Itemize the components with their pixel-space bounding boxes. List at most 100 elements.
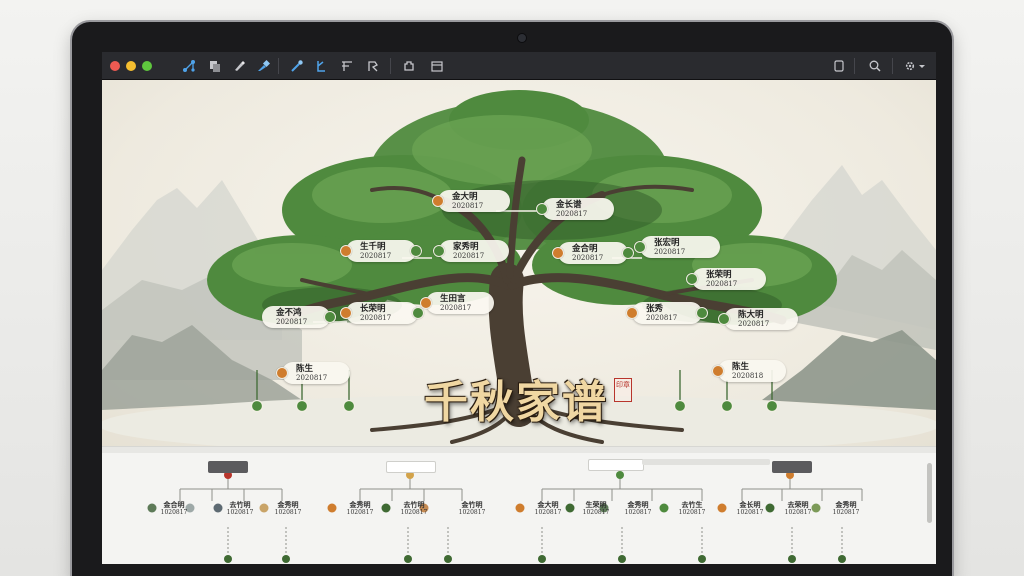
outline-node[interactable]: 金秀明 1020817 <box>262 500 314 517</box>
brush-icon[interactable] <box>230 57 248 75</box>
tree-node[interactable]: 陈生 2020818 <box>712 360 786 382</box>
node-dot-orange <box>276 367 288 379</box>
node-dot-green <box>433 245 445 257</box>
tree-node[interactable]: 金不鸿 2020817 <box>262 306 336 328</box>
outline-node[interactable]: 金竹明 1020817 <box>446 500 498 517</box>
page-view-icon[interactable] <box>830 57 848 75</box>
node-dot-orange <box>340 245 352 257</box>
group-header-chip[interactable] <box>208 461 248 473</box>
node-dot-orange <box>712 365 724 377</box>
search-icon[interactable] <box>866 57 884 75</box>
tree-node[interactable]: 金长谱 2020817 <box>536 198 614 220</box>
link-tool-icon[interactable] <box>288 57 306 75</box>
text-tool-icon[interactable] <box>338 57 356 75</box>
vertical-scrollbar[interactable] <box>927 463 932 523</box>
node-dot-green <box>686 273 698 285</box>
node-date: 2020817 <box>646 313 678 322</box>
outline-node-date: 1020817 <box>534 509 562 516</box>
pendant-dot <box>342 399 356 413</box>
group-header-chip[interactable] <box>772 461 812 473</box>
tree-node[interactable]: 陈生 2020817 <box>276 362 350 384</box>
zoom-window-button[interactable] <box>142 60 152 71</box>
outline-node[interactable]: 去竹明 1020817 <box>214 500 266 517</box>
family-tree-canvas[interactable]: 金大明 2020817 金长谱 2020817 生千明 2020817 家秀明 <box>102 80 936 446</box>
node-date: 2020818 <box>732 371 764 380</box>
outline-node[interactable]: 去荣明 1020817 <box>772 500 824 517</box>
outline-node[interactable]: 去竹生 1020817 <box>666 500 718 517</box>
group-header-chip[interactable] <box>386 461 436 473</box>
node-date: 2020817 <box>360 251 392 260</box>
shape-tool-icon[interactable] <box>364 57 382 75</box>
folder-icon[interactable] <box>428 57 446 75</box>
node-date: 2020817 <box>453 251 485 260</box>
plugin-icon[interactable] <box>400 57 418 75</box>
outline-node-name: 金秀明 <box>627 500 649 509</box>
outline-node[interactable]: 金合明 1020817 <box>148 500 200 517</box>
pendant-dot <box>250 399 264 413</box>
node-dot-orange <box>340 307 352 319</box>
connect-tool-icon[interactable] <box>180 57 198 75</box>
node-name: 生千明 <box>360 241 386 252</box>
node-name: 家秀明 <box>453 241 479 252</box>
settings-gear-icon[interactable] <box>902 57 928 75</box>
outline-node-name: 金竹明 <box>461 500 483 509</box>
node-date: 2020817 <box>572 253 604 262</box>
node-name: 陈生 <box>732 361 750 372</box>
tree-node[interactable]: 张宏明 2020817 <box>634 236 720 258</box>
toolbar <box>102 52 936 80</box>
node-dot-green <box>718 313 730 325</box>
pendant-dot <box>720 399 734 413</box>
outline-panel[interactable]: 金合明 1020817 去竹明 1020817 金秀明 1020817 金秀明 … <box>102 446 936 564</box>
tree-node[interactable]: 生田言 2020817 <box>420 292 494 314</box>
app-window: 金大明 2020817 金长谱 2020817 生千明 2020817 家秀明 <box>102 52 936 564</box>
outline-node[interactable]: 金长明 1020817 <box>724 500 776 517</box>
node-name: 生田言 <box>440 293 466 304</box>
webcam <box>518 34 526 42</box>
outline-node-date: 1020817 <box>736 509 764 516</box>
outline-node[interactable]: 金秀明 1020817 <box>612 500 664 517</box>
minimize-window-button[interactable] <box>126 60 136 71</box>
node-date: 2020817 <box>440 303 472 312</box>
node-date: 2020817 <box>556 209 588 218</box>
tree-node[interactable]: 生千明 2020817 <box>340 240 422 262</box>
node-dot-green <box>634 241 646 253</box>
outline-node-name: 去荣明 <box>787 500 809 509</box>
outline-node[interactable]: 金大明 1020817 <box>522 500 574 517</box>
outline-node-date: 1020817 <box>274 509 302 516</box>
node-date: 2020817 <box>276 317 308 326</box>
outline-node-date: 1020817 <box>678 509 706 516</box>
node-date: 2020817 <box>738 319 770 328</box>
node-dot-green <box>412 307 424 319</box>
node-dot-orange <box>552 247 564 259</box>
outline-node[interactable]: 金秀明 1020817 <box>334 500 386 517</box>
outline-node[interactable]: 金秀明 1020817 <box>820 500 872 517</box>
tree-node[interactable]: 张荣明 2020817 <box>686 268 766 290</box>
node-dot-orange <box>432 195 444 207</box>
node-name: 张宏明 <box>654 237 680 248</box>
tree-node[interactable]: 张秀 2020817 <box>626 302 708 324</box>
node-date: 2020817 <box>654 247 686 256</box>
outline-node[interactable]: 去竹明 1020817 <box>388 500 440 517</box>
tree-node[interactable]: 金合明 2020817 <box>552 242 634 264</box>
outline-node-date: 1020817 <box>458 509 486 516</box>
outline-node-date: 1020817 <box>400 509 428 516</box>
node-date: 2020817 <box>296 373 328 382</box>
pendant-dot <box>295 399 309 413</box>
outline-node-name: 去竹明 <box>403 500 425 509</box>
copy-icon[interactable] <box>206 57 224 75</box>
outline-node-name: 金秀明 <box>349 500 371 509</box>
node-dot-green <box>324 311 336 323</box>
tree-node[interactable]: 陈大明 2020817 <box>718 308 798 330</box>
tree-node[interactable]: 长荣明 2020817 <box>340 302 424 324</box>
outline-node-name: 金大明 <box>537 500 559 509</box>
outline-node-name: 金秀明 <box>277 500 299 509</box>
tree-node[interactable]: 家秀明 2020817 <box>433 240 509 262</box>
tree-node[interactable]: 金大明 2020817 <box>432 190 510 212</box>
group-header-chip[interactable] <box>588 459 644 471</box>
laptop-frame: 金大明 2020817 金长谱 2020817 生千明 2020817 家秀明 <box>72 22 952 576</box>
close-window-button[interactable] <box>110 60 120 71</box>
branch-tool-icon[interactable] <box>312 57 330 75</box>
color-picker-icon[interactable] <box>254 57 272 75</box>
node-dot-green <box>536 203 548 215</box>
pendant-dot <box>673 399 687 413</box>
